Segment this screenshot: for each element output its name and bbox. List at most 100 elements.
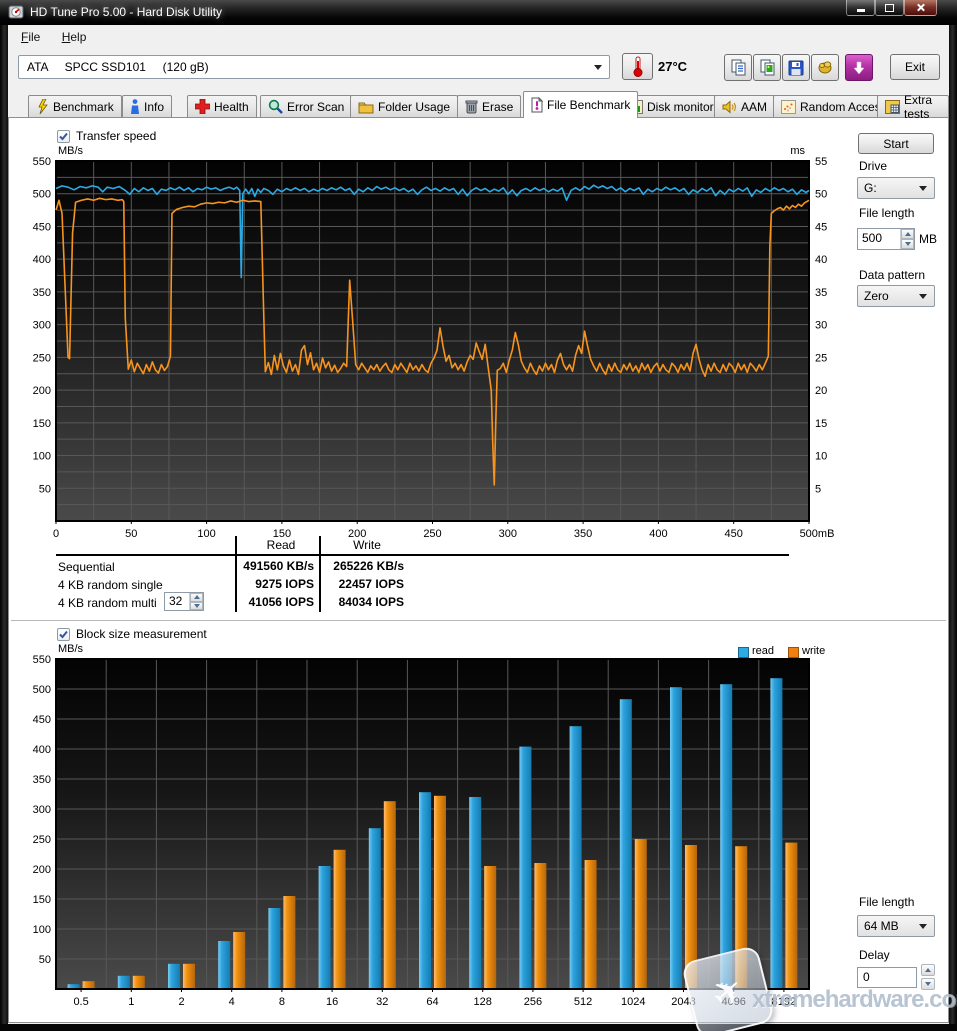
svg-text:2: 2 (178, 996, 184, 1008)
block-size-label: Block size measurement (76, 627, 207, 641)
tab-file-benchmark[interactable]: File Benchmark (523, 91, 638, 118)
health-cross-icon (195, 99, 210, 114)
svg-text:450: 450 (33, 221, 51, 233)
svg-text:0.5: 0.5 (73, 996, 88, 1008)
tab-aam[interactable]: AAM (714, 95, 775, 117)
svg-text:512: 512 (574, 996, 592, 1008)
tab-error-scan[interactable]: Error Scan (260, 95, 352, 117)
svg-text:250: 250 (33, 834, 51, 846)
drive-selector-combobox[interactable]: ATA SPCC SSD101 (120 gB) (18, 55, 610, 79)
delay-input[interactable]: 0 (857, 967, 917, 988)
svg-text:64: 64 (426, 996, 438, 1008)
svg-text:ms: ms (790, 145, 805, 157)
exit-button[interactable]: Exit (890, 54, 940, 80)
svg-text:256: 256 (524, 996, 542, 1008)
svg-text:8: 8 (279, 996, 285, 1008)
delay-label: Delay (859, 948, 890, 962)
svg-text:0: 0 (53, 528, 59, 540)
minimize-icon (857, 9, 865, 12)
svg-text:250: 250 (423, 528, 441, 540)
svg-text:50: 50 (39, 954, 51, 966)
svg-text:200: 200 (33, 864, 51, 876)
result-read-value: 41056 IOPS (240, 595, 314, 609)
svg-text:550: 550 (33, 156, 51, 168)
title-bar[interactable]: HD Tune Pro 5.00 - Hard Disk Utility (0, 0, 957, 25)
tab-label: Info (144, 100, 164, 114)
tab-info[interactable]: Info (122, 95, 172, 117)
options-button[interactable] (811, 54, 839, 81)
tab-extra-tests[interactable]: Extra tests (877, 95, 949, 117)
result-write-value: 84034 IOPS (324, 595, 404, 609)
tab-health[interactable]: Health (187, 95, 257, 117)
magnifier-icon (268, 99, 283, 114)
tab-label: Error Scan (287, 100, 344, 114)
svg-text:16: 16 (326, 996, 338, 1008)
block-size-checkbox[interactable] (57, 628, 70, 641)
svg-text:500: 500 (33, 684, 51, 696)
result-row-label: Sequential (58, 560, 115, 574)
svg-text:1: 1 (128, 996, 134, 1008)
checkmark-icon (58, 629, 69, 640)
result-write-value: 265226 KB/s (324, 559, 404, 573)
menu-help[interactable]: Help (53, 26, 96, 48)
table-header-rule (56, 554, 789, 556)
copy-text-button[interactable] (724, 54, 752, 81)
svg-text:200: 200 (33, 385, 51, 397)
svg-text:20: 20 (815, 385, 827, 397)
data-pattern-combobox[interactable]: Zero (857, 285, 935, 307)
spin-down-icon[interactable] (190, 602, 203, 611)
file-length-label-2: File length (859, 895, 914, 909)
speaker-icon (722, 100, 737, 114)
result-read-value: 9275 IOPS (240, 577, 314, 591)
window-border-right (949, 25, 957, 1024)
maximize-button[interactable] (875, 0, 904, 16)
spin-down-icon[interactable] (901, 239, 914, 249)
data-pattern-value: Zero (858, 289, 919, 303)
svg-text:400: 400 (33, 254, 51, 266)
tab-erase[interactable]: Erase (457, 95, 521, 117)
svg-text:300: 300 (33, 320, 51, 332)
tab-label: Health (214, 100, 249, 114)
result-read-value: 491560 KB/s (240, 559, 314, 573)
tab-label: AAM (741, 100, 767, 114)
svg-text:500: 500 (33, 189, 51, 201)
svg-text:30: 30 (815, 320, 827, 332)
transfer-speed-chart: 5505004504003503002502001501005055504540… (9, 141, 842, 551)
svg-text:100: 100 (33, 451, 51, 463)
svg-text:100: 100 (197, 528, 215, 540)
svg-text:50: 50 (815, 189, 827, 201)
menu-file[interactable]: File (12, 26, 49, 48)
airplane-icon: ✈ (703, 966, 754, 1017)
chevron-down-icon (919, 924, 927, 929)
watermark-text: xtremehardware.com (752, 986, 957, 1014)
drive-label: Drive (859, 159, 887, 173)
start-button[interactable]: Start (858, 133, 934, 154)
download-button[interactable] (845, 54, 873, 81)
drive-combobox[interactable]: G: (857, 177, 935, 199)
spin-up-icon[interactable] (901, 229, 914, 239)
close-button[interactable] (904, 0, 937, 16)
copy-image-button[interactable] (753, 54, 781, 81)
file-benchmark-icon (531, 97, 543, 113)
hand-icon (817, 59, 834, 76)
spin-up-icon[interactable] (921, 964, 935, 976)
tab-folder-usage[interactable]: Folder Usage (350, 95, 458, 117)
tab-benchmark[interactable]: Benchmark (28, 95, 122, 117)
chevron-down-icon (594, 65, 602, 70)
temperature-button[interactable] (622, 53, 653, 80)
save-icon (788, 60, 804, 76)
minimize-button[interactable] (846, 0, 875, 16)
random-access-icon (781, 100, 796, 114)
file-length-spinner[interactable]: 500 (857, 228, 915, 250)
result-write-value: 22457 IOPS (324, 577, 404, 591)
svg-text:350: 350 (33, 774, 51, 786)
table-divider (235, 536, 237, 612)
spin-up-icon[interactable] (190, 593, 203, 602)
delay-value: 0 (863, 970, 870, 984)
queue-depth-spinner[interactable]: 32 (164, 592, 204, 611)
file-length-combobox[interactable]: 64 MB (857, 915, 935, 937)
chevron-down-icon (919, 186, 927, 191)
save-button[interactable] (782, 54, 810, 81)
svg-text:MB/s: MB/s (58, 145, 84, 157)
trash-icon (465, 99, 478, 114)
